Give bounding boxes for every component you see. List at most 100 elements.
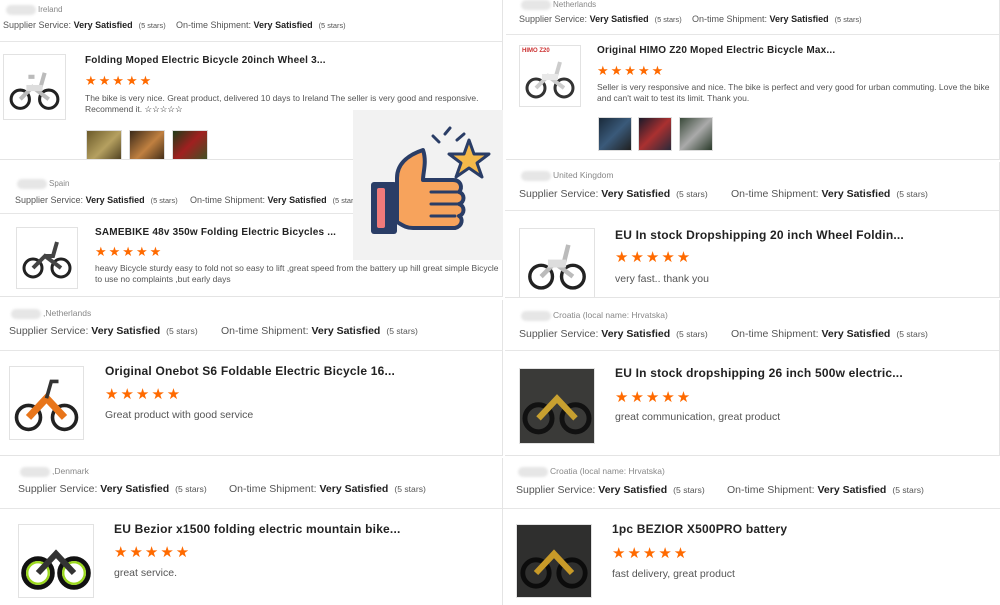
supplier-service-value: Very Satisfied [100, 483, 170, 495]
supplier-service-label: Supplier Service: [9, 325, 89, 337]
divider [503, 508, 1000, 509]
shipment-stars: (5 stars) [386, 326, 418, 336]
supplier-service-stars: (5 stars) [138, 21, 166, 30]
bike-icon [21, 549, 91, 590]
supplier-service-value: Very Satisfied [601, 188, 671, 200]
supplier-service-value: Very Satisfied [73, 20, 133, 30]
supplier-service-label: Supplier Service: [18, 483, 98, 495]
supplier-service-stars: (5 stars) [175, 484, 207, 494]
reviewer-location: Croatia (local name: Hrvatska) [516, 466, 665, 477]
shipment-stars: (5 stars) [892, 485, 924, 495]
review-text: great communication, great product [615, 411, 781, 423]
product-thumbnail[interactable] [516, 524, 592, 598]
product-thumbnail[interactable] [18, 524, 94, 598]
product-title[interactable]: 1pc BEZIOR X500PRO battery [612, 522, 787, 536]
reviewer-location: ,Netherlands [9, 308, 91, 319]
reviewer-location: Netherlands [519, 0, 596, 10]
star-icon [447, 138, 491, 179]
reviewer-location: Croatia (local name: Hrvatska) [519, 310, 668, 321]
review-photo[interactable] [129, 130, 165, 159]
supplier-service-label: Supplier Service: [516, 484, 596, 496]
supplier-service-value: Very Satisfied [91, 325, 161, 337]
product-title[interactable]: SAMEBIKE 48v 350w Folding Electric Bicyc… [95, 227, 336, 238]
bike-icon [528, 244, 586, 290]
rating-stars: ★★★★★ [95, 244, 164, 259]
rating-stars: ★★★★★ [597, 63, 666, 78]
divider [506, 34, 999, 35]
product-title[interactable]: EU Bezior x1500 folding electric mountai… [114, 522, 401, 536]
bike-icon [22, 241, 72, 279]
bike-icon [9, 72, 60, 110]
product-title[interactable]: Folding Moped Electric Bicycle 20inch Wh… [85, 55, 326, 66]
shipment-stars: (5 stars) [896, 329, 928, 339]
shipment-label: On-time Shipment: [221, 325, 309, 337]
bike-icon [518, 525, 590, 597]
shipment-label: On-time Shipment: [731, 328, 819, 340]
supplier-service-stars: (5 stars) [676, 189, 708, 199]
thumbs-up-icon [371, 126, 491, 234]
supplier-service-stars: (5 stars) [676, 329, 708, 339]
reviewer-location: ,Denmark [18, 466, 89, 477]
shipment-stars: (5 stars) [394, 484, 426, 494]
bike-icon [525, 61, 575, 99]
reviewer-location: Ireland [4, 5, 62, 15]
review-card-8: Croatia (local name: Hrvatska) Supplier … [503, 458, 1000, 605]
review-photo[interactable] [86, 130, 122, 159]
review-card-7: ,Denmark Supplier Service: Very Satisfie… [0, 458, 503, 605]
shipment-value: Very Satisfied [769, 14, 829, 24]
rating-stars: ★★★★★ [615, 249, 693, 266]
review-photo[interactable] [598, 117, 632, 151]
shipment-value: Very Satisfied [817, 484, 887, 496]
review-text: fast delivery, great product [612, 568, 735, 580]
shipment-label: On-time Shipment: [176, 20, 252, 30]
review-text: Great product with good service [105, 409, 254, 421]
rating-stars: ★★★★★ [114, 544, 192, 561]
divider [0, 41, 502, 42]
product-thumbnail[interactable] [519, 228, 595, 297]
supplier-service-label: Supplier Service: [519, 328, 599, 340]
emoji-stars: ☆☆☆☆☆ [144, 104, 183, 115]
review-photo[interactable] [679, 117, 713, 151]
divider [0, 508, 502, 509]
supplier-service-label: Supplier Service: [15, 195, 84, 205]
rating-stars: ★★★★★ [615, 389, 693, 406]
supplier-service-stars: (5 stars) [654, 15, 682, 24]
rating-stars: ★★★★★ [105, 386, 183, 403]
supplier-service-stars: (5 stars) [150, 196, 178, 205]
review-photo[interactable] [172, 130, 208, 159]
shipment-label: On-time Shipment: [229, 483, 317, 495]
shipment-value: Very Satisfied [311, 325, 381, 337]
shipment-value: Very Satisfied [253, 20, 313, 30]
review-photo[interactable] [638, 117, 672, 151]
shipment-label: On-time Shipment: [190, 195, 266, 205]
shipment-label: On-time Shipment: [727, 484, 815, 496]
product-title[interactable]: EU In stock dropshipping 26 inch 500w el… [615, 366, 903, 380]
product-title[interactable]: Original HIMO Z20 Moped Electric Bicycle… [597, 45, 835, 56]
review-text: great service. [114, 567, 178, 579]
product-title[interactable]: Original Onebot S6 Foldable Electric Bic… [105, 364, 395, 378]
rating-stars: ★★★★★ [85, 73, 154, 88]
divider [0, 350, 502, 351]
reviewer-location: United Kingdom [519, 170, 613, 181]
thumbs-up-graphic [353, 110, 503, 260]
review-card-4: United Kingdom Supplier Service: Very Sa… [505, 162, 1000, 298]
product-thumbnail[interactable] [16, 227, 78, 289]
shipment-value: Very Satisfied [267, 195, 327, 205]
product-thumbnail[interactable] [519, 368, 595, 444]
shipment-stars: (5 stars) [834, 15, 862, 24]
review-card-6: Croatia (local name: Hrvatska) Supplier … [505, 300, 1000, 456]
shipment-value: Very Satisfied [319, 483, 389, 495]
bike-icon [520, 369, 594, 443]
shipment-label: On-time Shipment: [692, 14, 768, 24]
supplier-service-label: Supplier Service: [3, 20, 72, 30]
supplier-service-label: Supplier Service: [519, 188, 599, 200]
product-thumbnail[interactable] [3, 54, 66, 120]
product-thumbnail[interactable]: HIMO Z20 [519, 45, 581, 107]
product-title[interactable]: EU In stock Dropshipping 20 inch Wheel F… [615, 228, 904, 242]
product-thumbnail[interactable] [9, 366, 84, 440]
review-text: Seller is very responsive and nice. The … [597, 82, 990, 104]
supplier-service-value: Very Satisfied [601, 328, 671, 340]
bike-icon [14, 379, 79, 432]
supplier-service-value: Very Satisfied [589, 14, 649, 24]
divider [505, 210, 999, 211]
